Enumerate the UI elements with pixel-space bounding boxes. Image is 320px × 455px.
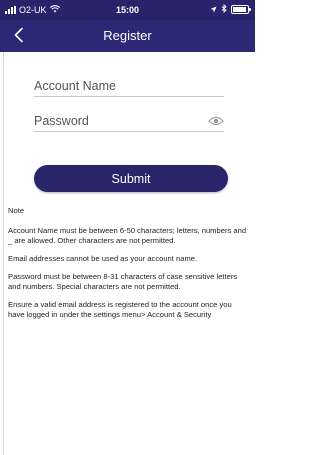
eye-icon[interactable] bbox=[208, 114, 224, 126]
bluetooth-icon bbox=[221, 3, 227, 15]
submit-button[interactable]: Submit bbox=[34, 165, 228, 192]
password-field bbox=[34, 112, 224, 132]
location-icon bbox=[210, 5, 217, 15]
note-item: Password must be between 8-31 characters… bbox=[8, 272, 238, 291]
divider bbox=[3, 52, 4, 455]
account-name-field bbox=[34, 77, 224, 97]
password-input[interactable] bbox=[34, 112, 204, 130]
battery-icon bbox=[231, 5, 251, 14]
note-heading: Note bbox=[8, 206, 25, 215]
status-right bbox=[210, 3, 251, 15]
battery-level bbox=[233, 7, 247, 12]
note-item: Ensure a valid email address is register… bbox=[8, 300, 232, 319]
note-item: Account Name must be between 6-50 charac… bbox=[8, 226, 247, 245]
page-title: Register bbox=[103, 28, 152, 43]
status-bar: O2-UK 15:00 bbox=[0, 0, 255, 20]
nav-bar: Register bbox=[0, 20, 255, 52]
account-name-input[interactable] bbox=[34, 77, 224, 95]
note-block: Note Account Name must be between 6-50 c… bbox=[8, 206, 248, 328]
note-item: Email addresses cannot be used as your a… bbox=[8, 254, 198, 263]
